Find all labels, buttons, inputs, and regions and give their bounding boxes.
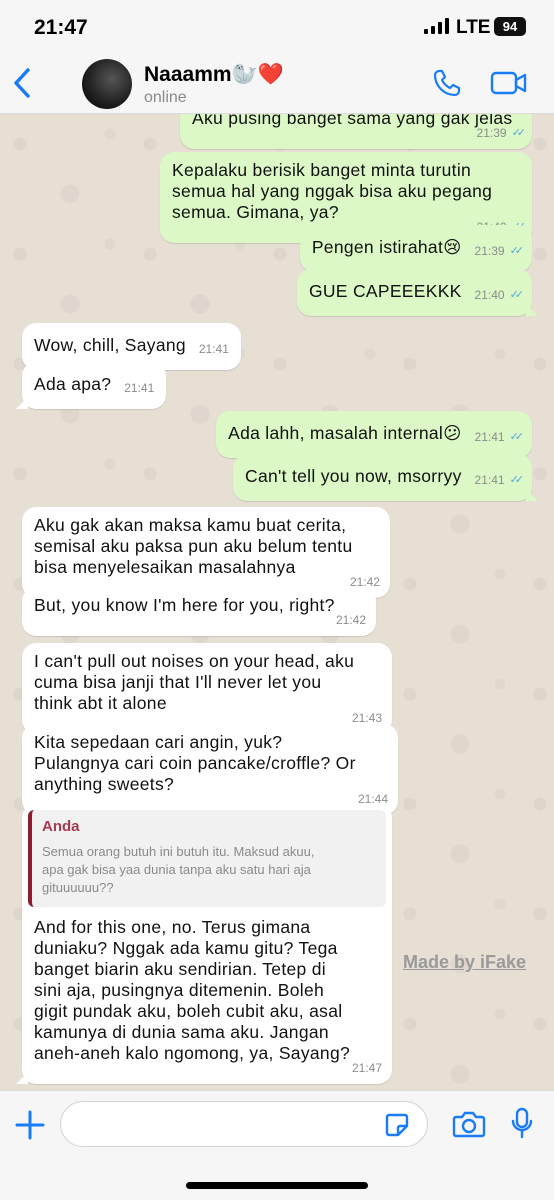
message-time: 21:39 [476, 126, 507, 140]
quoted-message[interactable]: Anda Semua orang butuh ini butuh itu. Ma… [28, 810, 386, 907]
home-indicator [186, 1182, 368, 1189]
message-time: 21:47 [351, 1061, 382, 1075]
double-check-icon: ✓✓ [509, 245, 525, 257]
double-check-icon: ✓✓ [509, 474, 525, 486]
message-time: 21:39 [474, 244, 505, 258]
message-input[interactable] [60, 1101, 428, 1147]
camera-icon[interactable] [452, 1110, 486, 1143]
message-bubble-out[interactable]: GUE CAPEEEKKK 21:40 ✓✓ [296, 269, 539, 316]
input-bar [0, 1090, 554, 1200]
chat-header: Naaamm🦭❤️ online [0, 56, 554, 114]
contact-status: online [144, 89, 187, 106]
double-check-icon: ✓✓ [509, 289, 525, 301]
phone-icon[interactable] [432, 68, 462, 103]
message-time: 21:41 [124, 381, 155, 395]
status-bar: 21:47 LTE 94 [0, 0, 554, 56]
quote-author: Anda [42, 818, 80, 835]
message-time: 21:40 [474, 288, 505, 302]
battery-icon: 94 [494, 17, 526, 36]
message-bubble-out[interactable]: Pengen istirahat😢 21:39 ✓✓ [299, 225, 532, 272]
quote-text: Semua orang butuh ini butuh itu. Maksud … [42, 844, 315, 895]
message-time: 21:41 [474, 430, 505, 444]
message-time: 21:41 [474, 473, 505, 487]
message-bubble-in[interactable]: Aku gak akan maksa kamu buat cerita, sem… [22, 507, 390, 598]
signal-icon [424, 18, 450, 39]
message-bubble-in[interactable]: Ada apa? 21:41 [15, 362, 167, 409]
status-time: 21:47 [34, 16, 88, 39]
message-bubble-out[interactable]: Ada lahh, masalah internal😕 21:41 ✓✓ [216, 411, 532, 458]
microphone-icon[interactable] [510, 1107, 534, 1144]
message-bubble-in[interactable]: Kita sepedaan cari angin, yuk? Pulangnya… [22, 724, 398, 815]
message-bubble-out[interactable]: Aku pusing banget sama yang gak jelas 21… [180, 114, 532, 149]
double-check-icon: ✓✓ [509, 431, 525, 443]
watermark: Made by iFake [403, 952, 527, 972]
network-type: LTE [456, 17, 491, 38]
message-time: 21:42 [335, 613, 366, 627]
sticker-icon[interactable] [384, 1112, 410, 1143]
message-bubble-in[interactable]: I can't pull out noises on your head, ak… [22, 643, 392, 734]
message-bubble-out[interactable]: Can't tell you now, msorryy 21:41 ✓✓ [233, 454, 538, 501]
avatar[interactable] [82, 59, 132, 109]
double-check-icon: ✓✓ [511, 127, 527, 139]
message-bubble-in[interactable]: But, you know I'm here for you, right? 2… [22, 587, 376, 636]
message-bubble-in-reply[interactable]: Anda Semua orang butuh ini butuh itu. Ma… [16, 804, 392, 1084]
chevron-left-icon[interactable] [12, 66, 32, 105]
contact-name[interactable]: Naaamm🦭❤️ [144, 63, 284, 87]
chat-area[interactable]: Aku pusing banget sama yang gak jelas 21… [0, 114, 554, 1090]
message-time: 21:41 [198, 342, 229, 356]
video-camera-icon[interactable] [490, 70, 528, 101]
plus-icon[interactable] [14, 1109, 46, 1146]
